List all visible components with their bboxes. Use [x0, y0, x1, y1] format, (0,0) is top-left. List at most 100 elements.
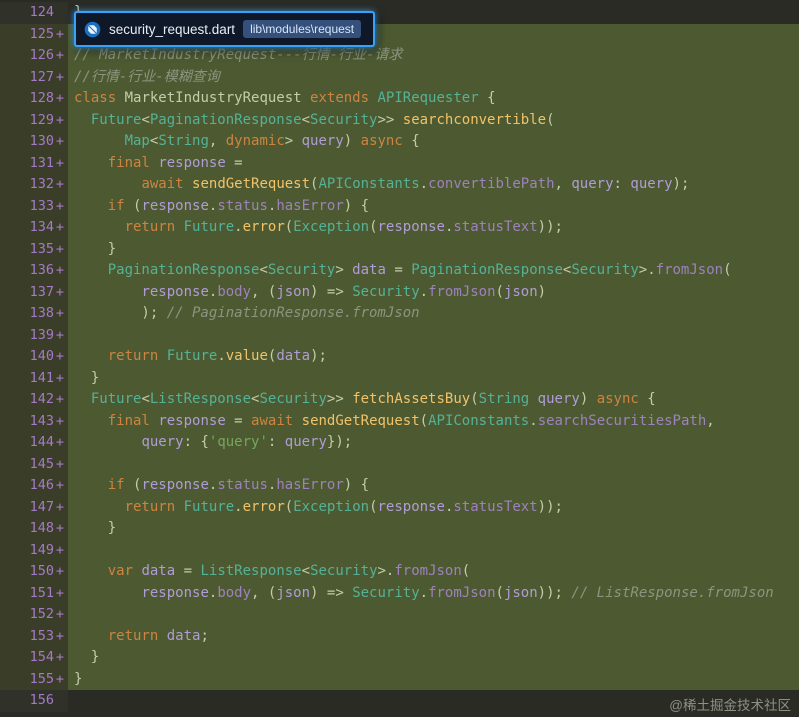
- code-token: Security: [267, 262, 336, 278]
- code-token: ListResponse: [200, 563, 302, 579]
- code-token: async: [596, 391, 639, 407]
- code-token: }: [74, 670, 83, 687]
- code-text: return data;: [68, 625, 799, 647]
- code-line: 130 + Map<String, dynamic> query) async {: [0, 131, 799, 153]
- code-token: (: [461, 563, 471, 579]
- code-token: .: [217, 348, 226, 364]
- code-text: // MarketIndustryRequest---行情-行业-请求: [68, 45, 799, 67]
- code-token: Security: [352, 584, 420, 601]
- code-token: .: [234, 219, 243, 235]
- code-token: response: [158, 154, 226, 171]
- line-number: 142: [29, 391, 54, 407]
- code-token: json: [503, 283, 538, 300]
- code-text: [68, 324, 799, 346]
- code-token: hasError: [276, 477, 344, 493]
- code-token: json: [276, 584, 311, 601]
- code-text: }: [68, 518, 799, 540]
- code-text: return Future.value(data);: [68, 346, 799, 368]
- code-token: >.: [377, 563, 395, 579]
- diff-added-marker: +: [55, 477, 65, 493]
- code-line: 147 + return Future.error(Exception(respo…: [0, 496, 799, 518]
- code-text: }: [68, 367, 799, 389]
- line-number: 144: [29, 434, 54, 450]
- code-token: fetchAssetsBuy: [352, 391, 471, 407]
- code-token: response: [158, 412, 226, 429]
- code-token: response: [377, 498, 445, 515]
- code-token: (: [124, 197, 142, 214]
- code-editor-window: 124}125+126+// MarketIndustryRequest---行…: [0, 0, 799, 717]
- code-line: 145 +: [0, 453, 799, 475]
- line-number: 128: [29, 90, 54, 106]
- diff-added-marker: +: [55, 434, 65, 450]
- code-token: PaginationResponse: [107, 262, 260, 278]
- line-gutter: 144 +: [0, 432, 68, 454]
- code-text: response.body, (json) => Security.fromJs…: [68, 281, 799, 303]
- diff-added-marker: +: [55, 262, 65, 278]
- code-token: fromJson: [655, 262, 724, 278]
- file-tooltip[interactable]: security_request.dart lib\modules\reques…: [74, 11, 376, 47]
- code-text: }: [68, 238, 799, 260]
- diff-added-marker: +: [55, 412, 65, 429]
- code-token: >>: [326, 391, 353, 407]
- diff-added-marker: +: [55, 197, 65, 214]
- code-token: return: [124, 498, 176, 515]
- line-gutter: 124: [0, 2, 68, 24]
- code-line: 140 + return Future.value(data);: [0, 346, 799, 368]
- code-token: (: [495, 584, 504, 601]
- code-token: value: [225, 348, 268, 364]
- code-token: ));: [537, 498, 563, 515]
- code-token: if: [107, 197, 125, 214]
- code-token: searchSecuritiesPath: [537, 412, 707, 429]
- code-editor[interactable]: 124}125+126+// MarketIndustryRequest---行…: [0, 0, 799, 717]
- diff-added-marker: +: [55, 455, 65, 472]
- code-token: ;: [200, 627, 209, 644]
- code-token: query: [630, 176, 673, 192]
- code-line: 141 + }: [0, 367, 799, 389]
- diff-added-marker: +: [55, 348, 65, 364]
- code-text: final response =: [68, 152, 799, 174]
- code-token: (: [495, 283, 504, 300]
- code-token: ListResponse: [149, 391, 252, 407]
- code-token: (: [546, 111, 555, 128]
- diff-added-marker: +: [55, 498, 65, 515]
- code-line: 148 + }: [0, 518, 799, 540]
- tooltip-filename: security_request.dart: [109, 21, 236, 37]
- code-token: error: [242, 219, 285, 235]
- line-number: 132: [29, 176, 54, 192]
- code-token: data: [276, 348, 311, 364]
- code-token: var: [107, 563, 134, 579]
- code-token: <: [259, 262, 268, 278]
- code-line: 146 + if (response.status.hasError) {: [0, 475, 799, 497]
- code-token: data: [352, 262, 386, 278]
- diff-added-marker: +: [55, 90, 65, 106]
- code-token: ,: [554, 176, 572, 192]
- code-token: ) =>: [310, 584, 353, 601]
- line-gutter: 129 +: [0, 109, 68, 131]
- code-text: ); // PaginationResponse.fromJson: [68, 303, 799, 325]
- code-token: {: [638, 391, 656, 407]
- code-text: [68, 604, 799, 626]
- code-line: 150 + var data = ListResponse<Security>.f…: [0, 561, 799, 583]
- diff-added-marker: +: [55, 520, 65, 536]
- code-token: fromJson: [428, 584, 496, 601]
- diff-added-marker: +: [55, 219, 65, 235]
- code-token: );: [74, 305, 167, 321]
- code-token: String: [478, 391, 530, 407]
- code-token: Future: [90, 391, 142, 407]
- line-number: 137: [29, 283, 54, 300]
- diff-added-marker: +: [55, 47, 65, 63]
- line-gutter: 146 +: [0, 475, 68, 497]
- line-number: 156: [29, 692, 54, 708]
- line-number: 148: [29, 520, 54, 536]
- line-number: 150: [29, 563, 54, 579]
- code-text: Future<PaginationResponse<Security>> sea…: [68, 109, 799, 131]
- dart-file-icon: [84, 21, 101, 37]
- line-number: 124: [29, 4, 54, 20]
